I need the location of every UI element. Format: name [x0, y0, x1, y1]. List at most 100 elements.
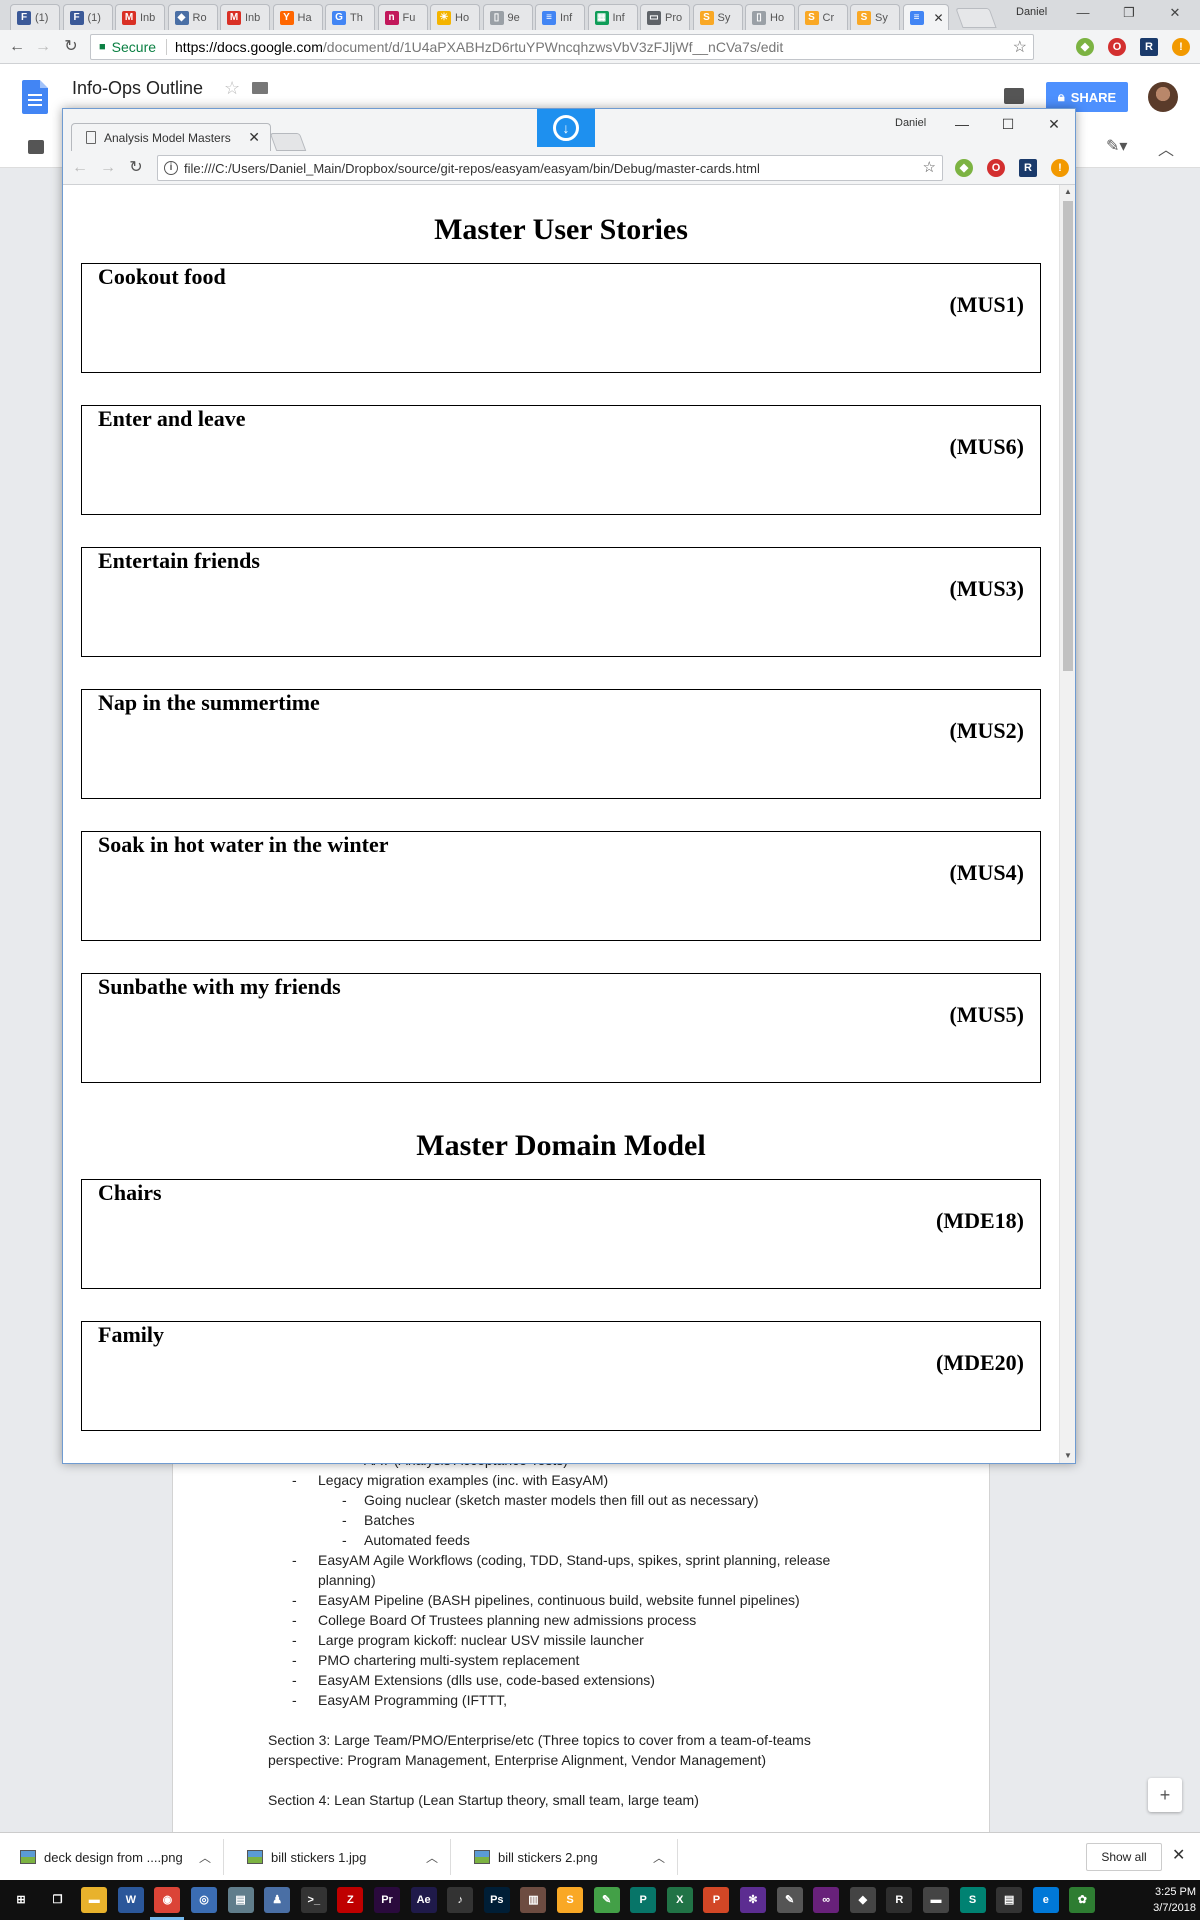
new-tab-button[interactable] [955, 8, 997, 28]
bookmark-star-icon[interactable]: ☆ [1013, 37, 1027, 57]
master-cards-page[interactable]: Master User Stories Cookout food (MUS1) Ent… [63, 185, 1059, 1463]
tab-close-icon[interactable]: ✕ [248, 129, 260, 146]
popup-window-user[interactable]: Daniel [895, 117, 926, 129]
bookmark-star-icon[interactable]: ☆ [923, 158, 936, 176]
popup-address-bar[interactable]: i file:///C:/Users/Daniel_Main/Dropbox/s… [157, 155, 943, 181]
outer-tab[interactable]: ☀ Ho [430, 4, 480, 30]
warning-extension-icon[interactable]: ! [1051, 159, 1069, 177]
document-title[interactable]: Info-Ops Outline [72, 78, 203, 99]
audacity-icon[interactable]: ♪ [447, 1887, 474, 1913]
popup-scrollbar[interactable]: ▲ ▼ [1059, 185, 1075, 1463]
git-icon[interactable]: ◆ [849, 1887, 876, 1913]
outer-tab[interactable]: G Th [325, 4, 375, 30]
print-icon[interactable] [28, 140, 44, 154]
outer-tab[interactable]: ▯ 9e [482, 4, 533, 30]
outer-tab[interactable]: F (1) [62, 4, 113, 30]
outer-tab[interactable]: ≡ ✕ [902, 4, 949, 30]
word-icon[interactable]: W [117, 1887, 144, 1913]
show-all-downloads-button[interactable]: Show all [1086, 1843, 1162, 1871]
story-card[interactable]: Nap in the summertime (MUS2) [81, 689, 1041, 799]
download-item[interactable]: bill stickers 2.png ︿ [458, 1839, 678, 1875]
google-docs-logo-icon[interactable] [22, 80, 48, 114]
scroll-up-arrow-icon[interactable]: ▲ [1060, 185, 1075, 199]
filezilla-icon[interactable]: Z [337, 1887, 364, 1913]
notepad-icon[interactable]: ✎ [593, 1887, 620, 1913]
excel-icon[interactable]: X [666, 1887, 693, 1913]
library-icon[interactable]: ▥ [520, 1887, 547, 1913]
outer-forward-button[interactable]: → [32, 36, 54, 58]
page-info-icon[interactable]: i [164, 161, 178, 175]
chevron-up-icon[interactable]: ︿ [426, 1849, 438, 1866]
story-card[interactable]: Family (MDE20) [81, 1321, 1041, 1431]
popup-active-tab[interactable]: Analysis Model Masters ✕ [71, 123, 271, 151]
app-icon-1[interactable]: ◎ [191, 1887, 217, 1913]
chevron-up-icon[interactable]: ︿ [653, 1849, 665, 1866]
app-icon-2[interactable]: ▤ [227, 1887, 254, 1913]
r-extension-icon[interactable]: R [1140, 38, 1158, 56]
close-downloads-bar-icon[interactable]: ✕ [1172, 1845, 1185, 1865]
star-document-icon[interactable]: ☆ [224, 78, 240, 99]
warning-extension-icon[interactable]: ! [1172, 38, 1190, 56]
outer-minimize-button[interactable]: — [1068, 2, 1098, 24]
story-card[interactable]: Soak in hot water in the winter (MUS4) [81, 831, 1041, 941]
outer-tab[interactable]: ▦ Inf [587, 4, 638, 30]
outer-reload-button[interactable]: ↻ [60, 36, 82, 58]
popup-reload-button[interactable]: ↻ [125, 157, 147, 179]
outer-address-bar[interactable]: ■ Secure https://docs.google.com/documen… [90, 34, 1034, 60]
outer-tab[interactable]: ▭ Pro [640, 4, 690, 30]
move-to-folder-icon[interactable] [252, 82, 268, 94]
popup-maximize-button[interactable]: ☐ [993, 113, 1023, 135]
outer-close-button[interactable]: ✕ [1160, 2, 1190, 24]
opera-extension-icon[interactable]: O [1108, 38, 1126, 56]
tab-close-icon[interactable]: ✕ [934, 11, 944, 25]
app-icon-4[interactable]: ✻ [740, 1887, 766, 1913]
outer-tab[interactable]: S Sy [692, 4, 743, 30]
document-body[interactable]: AAT (Analysis Acceptance Tests)Legacy mi… [268, 1450, 888, 1810]
outer-tab[interactable]: ◆ Ro [167, 4, 218, 30]
extension-icon-1[interactable]: ◆ [1076, 38, 1094, 56]
file-explorer-icon[interactable]: ▬ [81, 1887, 108, 1913]
app-icon-8[interactable]: ✿ [1069, 1887, 1096, 1913]
scrollbar-thumb[interactable] [1063, 201, 1073, 671]
opera-extension-icon[interactable]: O [987, 159, 1005, 177]
outer-tab[interactable]: ▯ Ho [745, 4, 795, 30]
popup-minimize-button[interactable]: — [947, 113, 977, 135]
terminal-icon[interactable]: >_ [300, 1887, 327, 1913]
collapse-toolbar-icon[interactable]: ︿ [1158, 136, 1174, 160]
popup-close-button[interactable]: ✕ [1039, 113, 1069, 135]
sublime-icon[interactable]: S [557, 1887, 583, 1913]
scroll-down-arrow-icon[interactable]: ▼ [1060, 1449, 1075, 1463]
r-extension-icon[interactable]: R [1019, 159, 1037, 177]
outer-back-button[interactable]: ← [6, 36, 28, 58]
outer-window-user[interactable]: Daniel [1016, 6, 1047, 18]
chevron-up-icon[interactable]: ︿ [199, 1849, 211, 1866]
powerpoint-icon[interactable]: P [703, 1887, 730, 1913]
user-avatar[interactable] [1148, 82, 1178, 112]
outer-tab[interactable]: M Inb [115, 4, 165, 30]
app-icon-5[interactable]: ✎ [776, 1887, 803, 1913]
popup-forward-button[interactable]: → [97, 157, 119, 179]
outer-tab[interactable]: S Sy [850, 4, 900, 30]
app-icon-7[interactable]: ▬ [923, 1887, 949, 1913]
edge-icon[interactable]: e [1032, 1887, 1059, 1913]
system-clock[interactable]: 3:25 PM 3/7/2018 [1146, 1884, 1196, 1916]
editing-mode-pencil-icon[interactable]: ✎▾ [1106, 136, 1127, 156]
premiere-icon[interactable]: Pr [374, 1887, 400, 1913]
outer-tab[interactable]: n Fu [377, 4, 428, 30]
sway-icon[interactable]: S [959, 1887, 986, 1913]
outer-tab[interactable]: F (1) [10, 4, 60, 30]
story-card[interactable]: Chairs (MDE18) [81, 1179, 1041, 1289]
visual-studio-icon[interactable]: ∞ [813, 1887, 840, 1913]
download-item[interactable]: deck design from ....png ︿ [4, 1839, 224, 1875]
photoshop-icon[interactable]: Ps [483, 1887, 510, 1913]
download-extension-icon[interactable]: ↓ [537, 109, 595, 147]
story-card[interactable]: Enter and leave (MUS6) [81, 405, 1041, 515]
story-card[interactable]: Entertain friends (MUS3) [81, 547, 1041, 657]
popup-back-button[interactable]: ← [69, 157, 91, 179]
outer-restore-button[interactable]: ❐ [1114, 2, 1144, 24]
app-icon-3[interactable]: ♟ [264, 1887, 291, 1913]
windows-start-icon[interactable]: ⊞ [8, 1887, 34, 1913]
chrome-icon[interactable]: ◉ [154, 1887, 181, 1913]
publisher-icon[interactable]: P [630, 1887, 657, 1913]
notes-icon[interactable]: ▤ [996, 1887, 1023, 1913]
